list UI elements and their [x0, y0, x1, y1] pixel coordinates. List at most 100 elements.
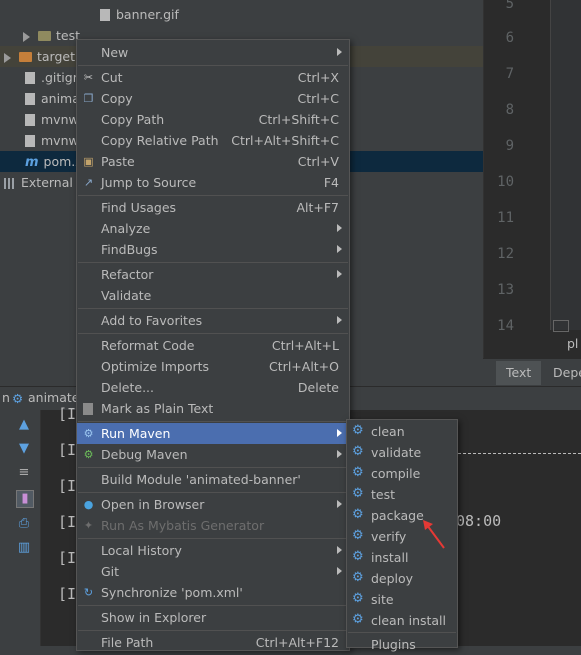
- gear-icon: ⚙: [352, 549, 364, 564]
- menu-item-add-to-favorites[interactable]: Add to Favorites: [77, 310, 349, 331]
- side-label: pl: [567, 336, 579, 351]
- folder-orange-icon: [19, 51, 32, 62]
- menu-item-synchronize[interactable]: ↻ Synchronize 'pom.xml': [77, 582, 349, 603]
- menu-item-local-history[interactable]: Local History: [77, 540, 349, 561]
- sync-icon: ↻: [83, 586, 94, 599]
- line-number: 14: [497, 318, 514, 334]
- menu-item-analyze[interactable]: Analyze: [77, 218, 349, 239]
- tree-item-mvnw[interactable]: mvnw: [25, 109, 79, 130]
- mybatis-icon: ✦: [83, 519, 94, 532]
- menu-item-mark-as-plain-text[interactable]: Mark as Plain Text: [77, 398, 349, 419]
- arrow-up-icon[interactable]: ▲: [16, 417, 32, 433]
- maven-submenu-plugins[interactable]: Plugins: [347, 634, 457, 655]
- menu-item-new[interactable]: New: [77, 42, 349, 63]
- menu-item-jump-to-source[interactable]: ↗ Jump to Source F4: [77, 172, 349, 193]
- maven-goal-validate[interactable]: ⚙ validate: [347, 442, 457, 463]
- cut-icon: ✂: [83, 71, 94, 84]
- submenu-arrow-icon: [337, 245, 342, 253]
- maven-goal-test[interactable]: ⚙ test: [347, 484, 457, 505]
- menu-item-run-maven[interactable]: ⚙ Run Maven: [77, 423, 349, 444]
- menu-item-copy[interactable]: ❐ Copy Ctrl+C: [77, 88, 349, 109]
- menu-item-optimize-imports[interactable]: Optimize Imports Ctrl+Alt+O: [77, 356, 349, 377]
- trash-icon[interactable]: ▥: [16, 540, 32, 556]
- gear-icon: ⚙: [352, 591, 364, 606]
- menu-item-run-as-mybatis-generator: ✦ Run As Mybatis Generator: [83, 518, 265, 533]
- tree-item-anima[interactable]: anima: [25, 88, 80, 109]
- annotation-arrow-icon: [423, 520, 445, 549]
- print-icon[interactable]: ⎙: [16, 516, 32, 532]
- file-icon: [25, 113, 35, 126]
- jump-icon: ↗: [83, 176, 94, 189]
- tree-item-target[interactable]: target: [4, 46, 75, 67]
- tab-text[interactable]: Text: [496, 361, 542, 385]
- tab-dependencies[interactable]: Depe: [543, 361, 581, 385]
- submenu-arrow-icon: [337, 500, 342, 508]
- console-line: [I: [58, 477, 77, 495]
- soft-wrap-icon[interactable]: ≡: [16, 465, 32, 481]
- copy-icon: ❐: [83, 92, 94, 105]
- menu-item-git[interactable]: Git: [77, 561, 349, 582]
- submenu-arrow-icon: [337, 270, 342, 278]
- expand-arrow-icon[interactable]: [23, 31, 30, 42]
- menu-item-build-module[interactable]: Build Module 'animated-banner': [77, 469, 349, 490]
- menu-separator: [78, 333, 348, 334]
- menu-item-cut[interactable]: ✂ Cut Ctrl+X: [77, 67, 349, 88]
- menu-item-refactor[interactable]: Refactor: [77, 264, 349, 285]
- menu-item-copy-relative-path[interactable]: Copy Relative Path Ctrl+Alt+Shift+C: [77, 130, 349, 151]
- fold-marker-icon[interactable]: [553, 320, 569, 332]
- expand-arrow-icon[interactable]: [4, 52, 11, 63]
- maven-goal-clean[interactable]: ⚙ clean: [347, 421, 457, 442]
- editor-scroll-area[interactable]: [550, 0, 581, 330]
- browser-icon: ●: [83, 498, 94, 511]
- menu-item-paste[interactable]: ▣ Paste Ctrl+V: [77, 151, 349, 172]
- menu-item-findbugs[interactable]: FindBugs: [77, 239, 349, 260]
- menu-item-delete[interactable]: Delete... Delete: [77, 377, 349, 398]
- menu-separator: [78, 538, 348, 539]
- menu-item-open-in-browser[interactable]: ● Open in Browser: [77, 494, 349, 515]
- menu-item-debug-maven[interactable]: ⚙ Debug Maven: [77, 444, 349, 465]
- scroll-to-end-icon[interactable]: ▮: [16, 490, 34, 508]
- menu-item-file-path[interactable]: File Path Ctrl+Alt+F12: [77, 632, 349, 653]
- arrow-down-icon[interactable]: ▼: [16, 441, 32, 457]
- menu-separator: [78, 630, 348, 631]
- debug-maven-icon: ⚙: [83, 448, 94, 461]
- menu-separator: [78, 262, 348, 263]
- console-divider: [458, 453, 581, 454]
- plain-text-icon: [83, 403, 93, 415]
- submenu-arrow-icon: [337, 48, 342, 56]
- menu-separator: [78, 605, 348, 606]
- maven-goal-deploy[interactable]: ⚙ deploy: [347, 568, 457, 589]
- run-toolbar: ▲ ▼ ≡ ▮ ⎙ ▥: [0, 410, 41, 646]
- tree-item-test[interactable]: test: [23, 25, 80, 46]
- menu-item-copy-path[interactable]: Copy Path Ctrl+Shift+C: [77, 109, 349, 130]
- maven-goal-clean-install[interactable]: ⚙ clean install: [347, 610, 457, 631]
- line-number: 13: [497, 282, 514, 298]
- tree-item-external-libraries[interactable]: External L: [4, 172, 84, 193]
- gear-icon: ⚙: [352, 507, 364, 522]
- menu-item-validate[interactable]: Validate: [77, 285, 349, 306]
- submenu-arrow-icon: [337, 450, 342, 458]
- line-number: 6: [505, 30, 514, 46]
- file-icon: [25, 92, 35, 105]
- line-number: 7: [505, 66, 514, 82]
- gear-icon: ⚙: [352, 528, 364, 543]
- maven-goal-compile[interactable]: ⚙ compile: [347, 463, 457, 484]
- tree-item-banner-gif[interactable]: banner.gif: [100, 4, 179, 25]
- maven-goal-site[interactable]: ⚙ site: [347, 589, 457, 610]
- submenu-arrow-icon: [337, 546, 342, 554]
- menu-item-reformat-code[interactable]: Reformat Code Ctrl+Alt+L: [77, 335, 349, 356]
- menu-item-show-in-explorer[interactable]: Show in Explorer: [77, 607, 349, 628]
- tree-item-mvnw-cmd[interactable]: mvnw.: [25, 130, 82, 151]
- submenu-arrow-icon: [337, 567, 342, 575]
- gear-icon: ⚙: [352, 486, 364, 501]
- menu-separator: [78, 492, 348, 493]
- menu-item-find-usages[interactable]: Find Usages Alt+F7: [77, 197, 349, 218]
- tree-item-gitignore[interactable]: .gitign: [25, 67, 81, 88]
- gear-icon: ⚙: [352, 465, 364, 480]
- submenu-arrow-icon: [337, 429, 342, 437]
- run-header-prefix: n: [2, 390, 10, 405]
- line-number: 10: [497, 174, 514, 190]
- maven-file-icon: m: [25, 155, 39, 170]
- gear-icon: ⚙: [352, 612, 364, 627]
- menu-separator: [78, 195, 348, 196]
